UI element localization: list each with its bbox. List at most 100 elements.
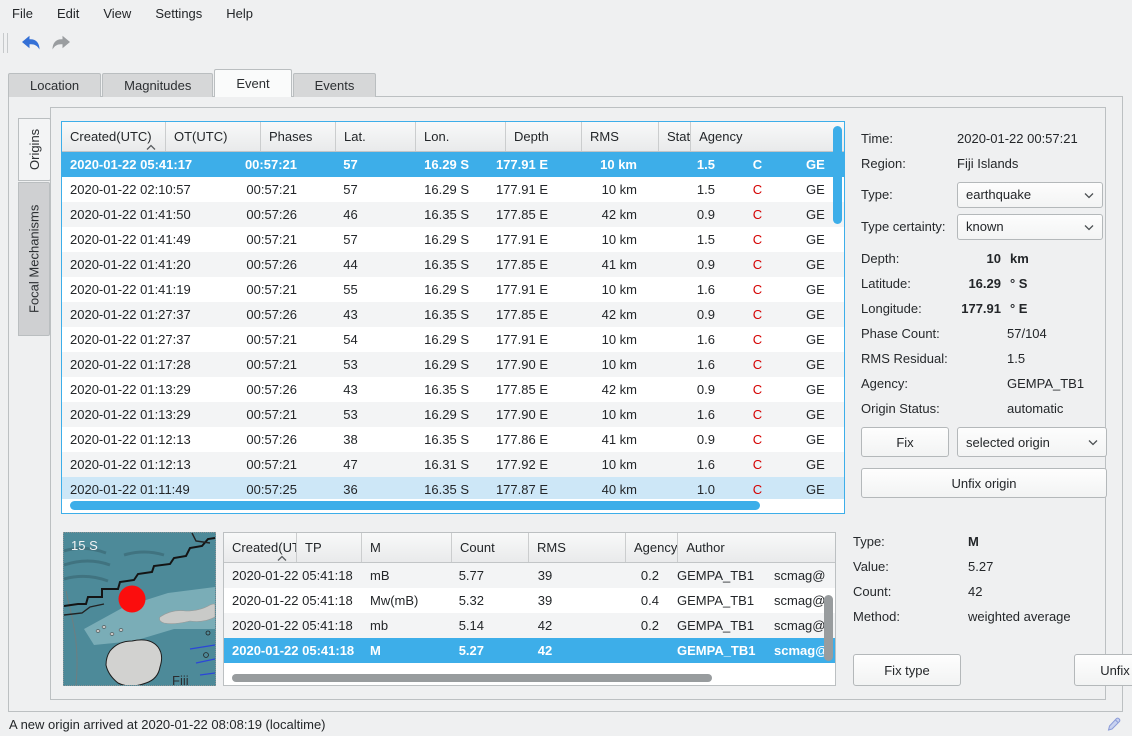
menu-item[interactable]: File bbox=[0, 2, 45, 25]
origin-row[interactable]: 2020-01-22 01:41:50 00:57:26 46 16.35 S … bbox=[62, 202, 844, 227]
cell-type: Mw(mB) bbox=[362, 588, 435, 613]
undo-button[interactable] bbox=[18, 31, 44, 55]
cell-rms: 1.5 bbox=[643, 227, 719, 252]
origin-row[interactable]: 2020-01-22 01:12:13 00:57:26 38 16.35 S … bbox=[62, 427, 844, 452]
column-header-label: Created(UTC) bbox=[70, 129, 152, 144]
column-header[interactable]: Agency bbox=[626, 533, 678, 562]
column-header[interactable]: Phases bbox=[261, 122, 336, 151]
magnitudes-vscrollbar-thumb[interactable] bbox=[824, 595, 833, 661]
origins-vscrollbar bbox=[833, 124, 843, 497]
column-header-label: Agency bbox=[699, 129, 742, 144]
status-bar: A new origin arrived at 2020-01-22 08:08… bbox=[0, 712, 1132, 736]
origin-row[interactable]: 2020-01-22 01:13:29 00:57:21 53 16.29 S … bbox=[62, 402, 844, 427]
cell-rms: 1.6 bbox=[643, 277, 719, 302]
column-header[interactable]: OT(UTC) bbox=[166, 122, 261, 151]
origin-row[interactable]: 2020-01-22 01:12:13 00:57:21 47 16.31 S … bbox=[62, 452, 844, 477]
cell-lat: 16.29 S bbox=[398, 402, 473, 427]
cell-lat: 16.35 S bbox=[398, 252, 473, 277]
main-tab[interactable]: Events bbox=[293, 73, 377, 97]
mag-method-value: weighted average bbox=[968, 604, 1132, 629]
cell-rms: 0.9 bbox=[643, 302, 719, 327]
map-thumbnail[interactable]: 15 S Fiji bbox=[63, 532, 216, 686]
origin-status-label: Origin Status: bbox=[861, 396, 957, 421]
cell-ot: 00:57:26 bbox=[199, 302, 303, 327]
column-header[interactable]: Created(UTC) bbox=[62, 122, 166, 151]
main-tab[interactable]: Magnitudes bbox=[102, 73, 213, 97]
origin-row[interactable]: 2020-01-22 01:41:49 00:57:21 57 16.29 S … bbox=[62, 227, 844, 252]
origin-row[interactable]: 2020-01-22 01:13:29 00:57:26 43 16.35 S … bbox=[62, 377, 844, 402]
cell-phases: 36 bbox=[303, 477, 398, 499]
column-header[interactable]: Author bbox=[678, 533, 835, 562]
side-tab[interactable]: Focal Mechanisms bbox=[18, 182, 50, 336]
cell-rms: 0.9 bbox=[643, 252, 719, 277]
column-header[interactable]: Agency bbox=[691, 122, 844, 151]
cell-lat: 16.35 S bbox=[398, 202, 473, 227]
latitude-unit: ° S bbox=[1010, 276, 1027, 291]
redo-button[interactable] bbox=[48, 31, 74, 55]
magnitude-row[interactable]: 2020-01-22 05:41:18 mB 5.77 39 0.2 GEMPA… bbox=[224, 563, 835, 588]
main-tab[interactable]: Event bbox=[214, 69, 291, 97]
magnitudes-hscrollbar-thumb[interactable] bbox=[232, 674, 712, 682]
origin-row[interactable]: 2020-01-22 02:10:57 00:57:21 57 16.29 S … bbox=[62, 177, 844, 202]
origin-row[interactable]: 2020-01-22 01:11:49 00:57:25 36 16.35 S … bbox=[62, 477, 844, 499]
cell-ot: 00:57:21 bbox=[199, 452, 303, 477]
cell-agency: GEMPA_TB1 bbox=[667, 613, 764, 638]
fix-type-button[interactable]: Fix type bbox=[853, 654, 961, 686]
menu-item[interactable]: Settings bbox=[143, 2, 214, 25]
origin-row[interactable]: 2020-01-22 01:41:19 00:57:21 55 16.29 S … bbox=[62, 277, 844, 302]
column-header[interactable]: Created(UTC) bbox=[224, 533, 297, 562]
status-message: A new origin arrived at 2020-01-22 08:08… bbox=[9, 717, 326, 732]
cell-lon: 177.85 E bbox=[473, 377, 553, 402]
menu-item[interactable]: Edit bbox=[45, 2, 91, 25]
unfix-origin-button[interactable]: Unfix origin bbox=[861, 468, 1107, 498]
cell-ot: 00:57:21 bbox=[199, 277, 303, 302]
cell-phases: 44 bbox=[303, 252, 398, 277]
type-certainty-select[interactable]: known bbox=[957, 214, 1103, 240]
unfix-button[interactable]: Unfix bbox=[1074, 654, 1132, 686]
menu-item[interactable]: View bbox=[91, 2, 143, 25]
cell-depth: 40 km bbox=[553, 477, 643, 499]
menu-item[interactable]: Help bbox=[214, 2, 265, 25]
cell-lat: 16.35 S bbox=[398, 302, 473, 327]
origin-row[interactable]: 2020-01-22 01:27:37 00:57:26 43 16.35 S … bbox=[62, 302, 844, 327]
column-header[interactable]: RMS bbox=[582, 122, 659, 151]
cell-phases: 43 bbox=[303, 377, 398, 402]
origin-row[interactable]: 2020-01-22 01:27:37 00:57:21 54 16.29 S … bbox=[62, 327, 844, 352]
cell-created: 2020-01-22 01:41:20 bbox=[62, 252, 199, 277]
cell-lon: 177.91 E bbox=[473, 277, 553, 302]
column-header[interactable]: RMS bbox=[529, 533, 626, 562]
fix-mode-value: selected origin bbox=[966, 435, 1050, 450]
toolbar bbox=[0, 28, 78, 58]
cell-status-flag: C bbox=[719, 427, 796, 452]
origin-row[interactable]: 2020-01-22 05:41:17 00:57:21 57 16.29 S … bbox=[62, 152, 844, 177]
origin-row[interactable]: 2020-01-22 01:17:28 00:57:21 53 16.29 S … bbox=[62, 352, 844, 377]
type-select[interactable]: earthquake bbox=[957, 182, 1103, 208]
cell-rms: 1.6 bbox=[643, 352, 719, 377]
column-header[interactable]: Depth bbox=[506, 122, 582, 151]
cell-lon: 177.91 E bbox=[473, 327, 553, 352]
toolbar-drag-handle[interactable] bbox=[3, 33, 8, 53]
fix-button[interactable]: Fix bbox=[861, 427, 949, 457]
origins-hscrollbar-thumb[interactable] bbox=[70, 501, 760, 510]
cell-created: 2020-01-22 01:12:13 bbox=[62, 427, 199, 452]
main-tab[interactable]: Location bbox=[8, 73, 101, 97]
sort-ascending-icon bbox=[146, 132, 156, 151]
side-tab[interactable]: Origins bbox=[18, 118, 51, 181]
column-header[interactable]: Stat bbox=[659, 122, 691, 151]
origin-row[interactable]: 2020-01-22 01:41:20 00:57:26 44 16.35 S … bbox=[62, 252, 844, 277]
cell-lat: 16.29 S bbox=[398, 177, 473, 202]
column-header[interactable]: Lat. bbox=[336, 122, 416, 151]
cell-rms: 0.9 bbox=[643, 202, 719, 227]
magnitude-row[interactable]: 2020-01-22 05:41:18 M 5.27 42 GEMPA_TB1 … bbox=[224, 638, 835, 663]
origins-vscrollbar-thumb[interactable] bbox=[833, 126, 842, 224]
column-header[interactable]: TP bbox=[297, 533, 362, 562]
magnitude-row[interactable]: 2020-01-22 05:41:18 Mw(mB) 5.32 39 0.4 G… bbox=[224, 588, 835, 613]
magnitude-row[interactable]: 2020-01-22 05:41:18 mb 5.14 42 0.2 GEMPA… bbox=[224, 613, 835, 638]
column-header[interactable]: M bbox=[362, 533, 452, 562]
column-header[interactable]: Lon. bbox=[416, 122, 506, 151]
cell-created: 2020-01-22 01:41:19 bbox=[62, 277, 199, 302]
fix-mode-select[interactable]: selected origin bbox=[957, 427, 1107, 457]
cell-rms: 0.4 bbox=[590, 588, 667, 613]
sort-ascending-icon bbox=[277, 543, 287, 562]
column-header[interactable]: Count bbox=[452, 533, 529, 562]
